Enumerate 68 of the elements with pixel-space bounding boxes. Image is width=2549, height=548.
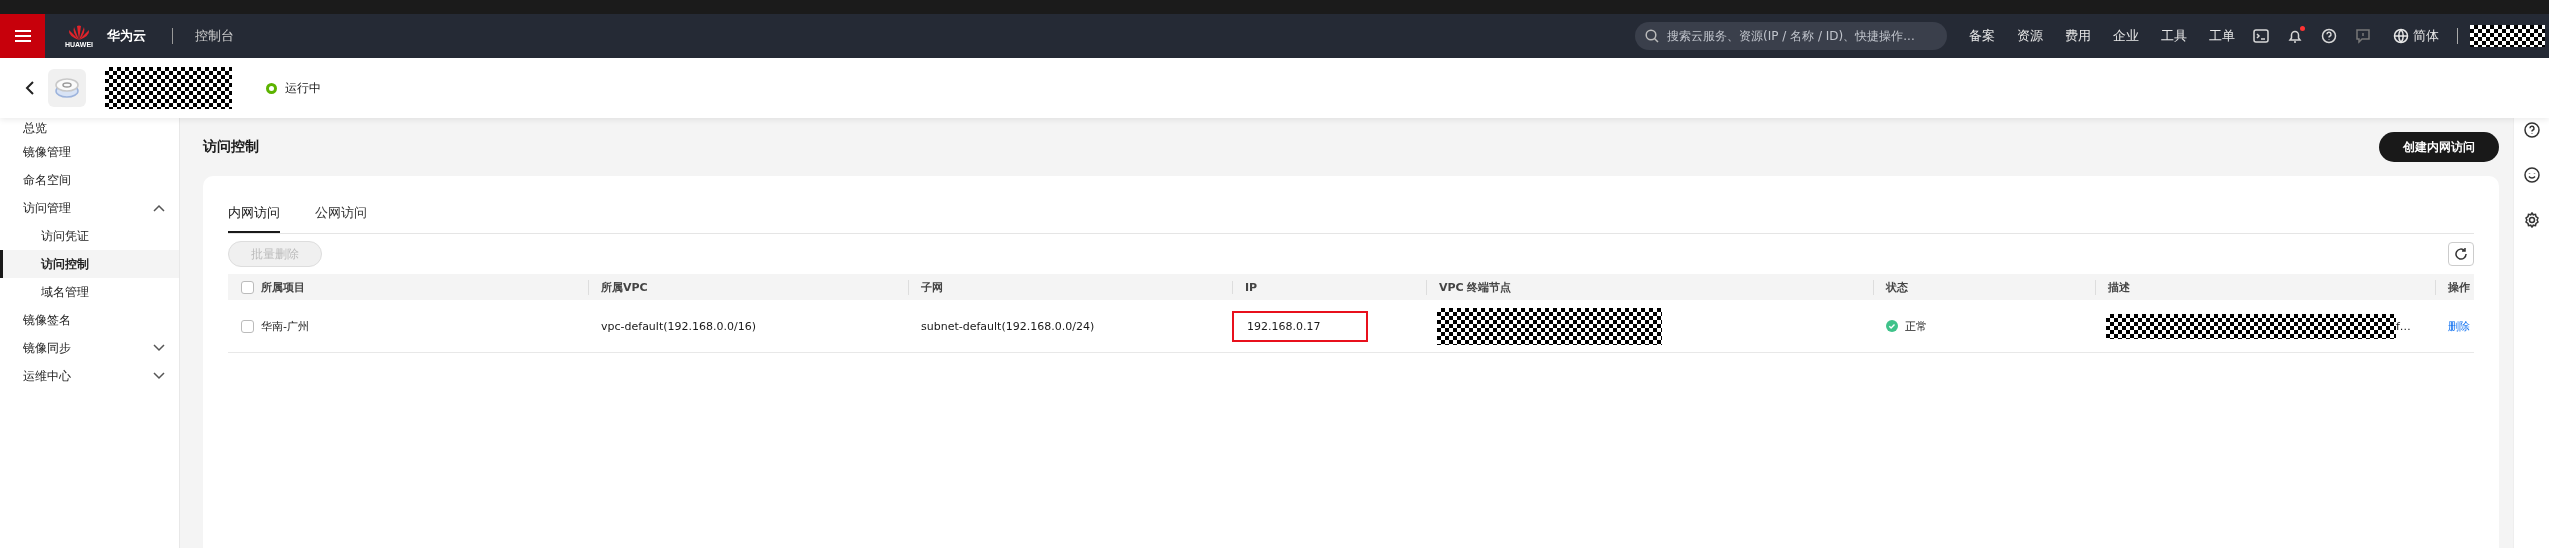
page-title: 访问控制 <box>203 138 259 156</box>
item-label: 访问控制 <box>41 256 89 272</box>
table-cell-text: subnet-default(192.168.0.0/24) <box>920 319 1096 333</box>
sidebar-item[interactable]: 访问凭证 <box>0 222 179 250</box>
sidebar-item[interactable]: 运维中心 <box>0 362 179 390</box>
bell-icon[interactable] <box>2287 28 2303 44</box>
device-drawing <box>54 77 80 99</box>
item-label: 运维中心 <box>23 368 71 384</box>
table-cell: 华南-广州 <box>261 318 309 334</box>
terminal-icon[interactable] <box>2253 28 2269 44</box>
column-header: VPC 终端节点 <box>1426 279 1873 295</box>
checkbox[interactable] <box>241 319 254 333</box>
nav-link[interactable]: 费用 <box>2065 27 2091 45</box>
nav-link[interactable]: 工具 <box>2161 27 2187 45</box>
item-label: 域名管理 <box>41 284 89 300</box>
sidebar-item[interactable]: 镜像管理 <box>0 138 179 166</box>
sidebar-item[interactable]: 总览 <box>0 118 179 138</box>
settings-icon[interactable] <box>2523 212 2540 228</box>
menu-button[interactable] <box>0 14 45 58</box>
item-label: 访问凭证 <box>41 228 89 244</box>
column-header: 描述 <box>2095 279 2435 295</box>
tab[interactable]: 公网访问 <box>315 198 367 233</box>
refresh-button[interactable] <box>2448 242 2474 266</box>
item-label: 镜像签名 <box>23 312 71 328</box>
sidebar-item[interactable]: 访问管理 <box>0 194 179 222</box>
column-header: 子网 <box>908 279 1232 295</box>
item-label: 总览 <box>23 120 47 136</box>
nav-link[interactable]: 工单 <box>2209 27 2235 45</box>
column-header: 状态 <box>1873 279 2095 295</box>
menu-icon <box>13 29 32 43</box>
tab[interactable]: 内网访问 <box>228 198 280 233</box>
nav-link[interactable]: 资源 <box>2017 27 2043 45</box>
console-title[interactable]: 控制台 <box>195 27 234 45</box>
petal-logo-icon <box>66 24 92 41</box>
checkbox[interactable] <box>241 280 254 294</box>
globe-icon <box>2393 28 2409 44</box>
item-label: 访问管理 <box>23 200 71 216</box>
column-header: 所属项目 <box>261 279 305 295</box>
sidebar-item[interactable]: 镜像签名 <box>0 306 179 334</box>
feedback-icon[interactable] <box>2355 28 2371 44</box>
brand-name: 华为云 <box>107 27 146 45</box>
table-cell: f… <box>2396 319 2411 333</box>
delete-link[interactable]: 删除 <box>2448 318 2470 334</box>
nav-link[interactable]: 备案 <box>1969 27 1995 45</box>
item-label: 镜像同步 <box>23 340 71 356</box>
sidebar-item[interactable]: 域名管理 <box>0 278 179 306</box>
create-button[interactable]: 创建内网访问 <box>2379 132 2499 162</box>
column-header: IP <box>1232 280 1426 294</box>
column-header: 所属VPC <box>588 279 908 295</box>
nav-link[interactable]: 企业 <box>2113 27 2139 45</box>
status-text: 运行中 <box>285 79 321 97</box>
column-header: 操作 <box>2435 279 2474 295</box>
table-cell-text: vpc-default(192.168.0.0/16) <box>600 319 757 333</box>
sidebar-item[interactable]: 镜像同步 <box>0 334 179 362</box>
back-icon[interactable] <box>25 80 35 96</box>
smiley-icon[interactable] <box>2523 167 2540 183</box>
refresh-icon <box>2454 247 2468 261</box>
item-label: 镜像管理 <box>23 144 71 160</box>
sidebar-item[interactable]: 访问控制 <box>0 250 179 278</box>
status-ring <box>266 82 277 94</box>
status-text: 正常 <box>1905 318 1927 334</box>
table-cell: 192.168.0.17 <box>1232 310 1369 342</box>
search-icon <box>1645 29 1659 43</box>
search-field[interactable]: 搜索云服务、资源(IP / 名称 / ID)、快捷操作... <box>1635 22 1947 50</box>
item-label: 命名空间 <box>23 172 71 188</box>
sidebar-item[interactable]: 命名空间 <box>0 166 179 194</box>
language-link[interactable]: 简体 <box>2393 27 2439 45</box>
help-icon[interactable] <box>2523 122 2540 138</box>
